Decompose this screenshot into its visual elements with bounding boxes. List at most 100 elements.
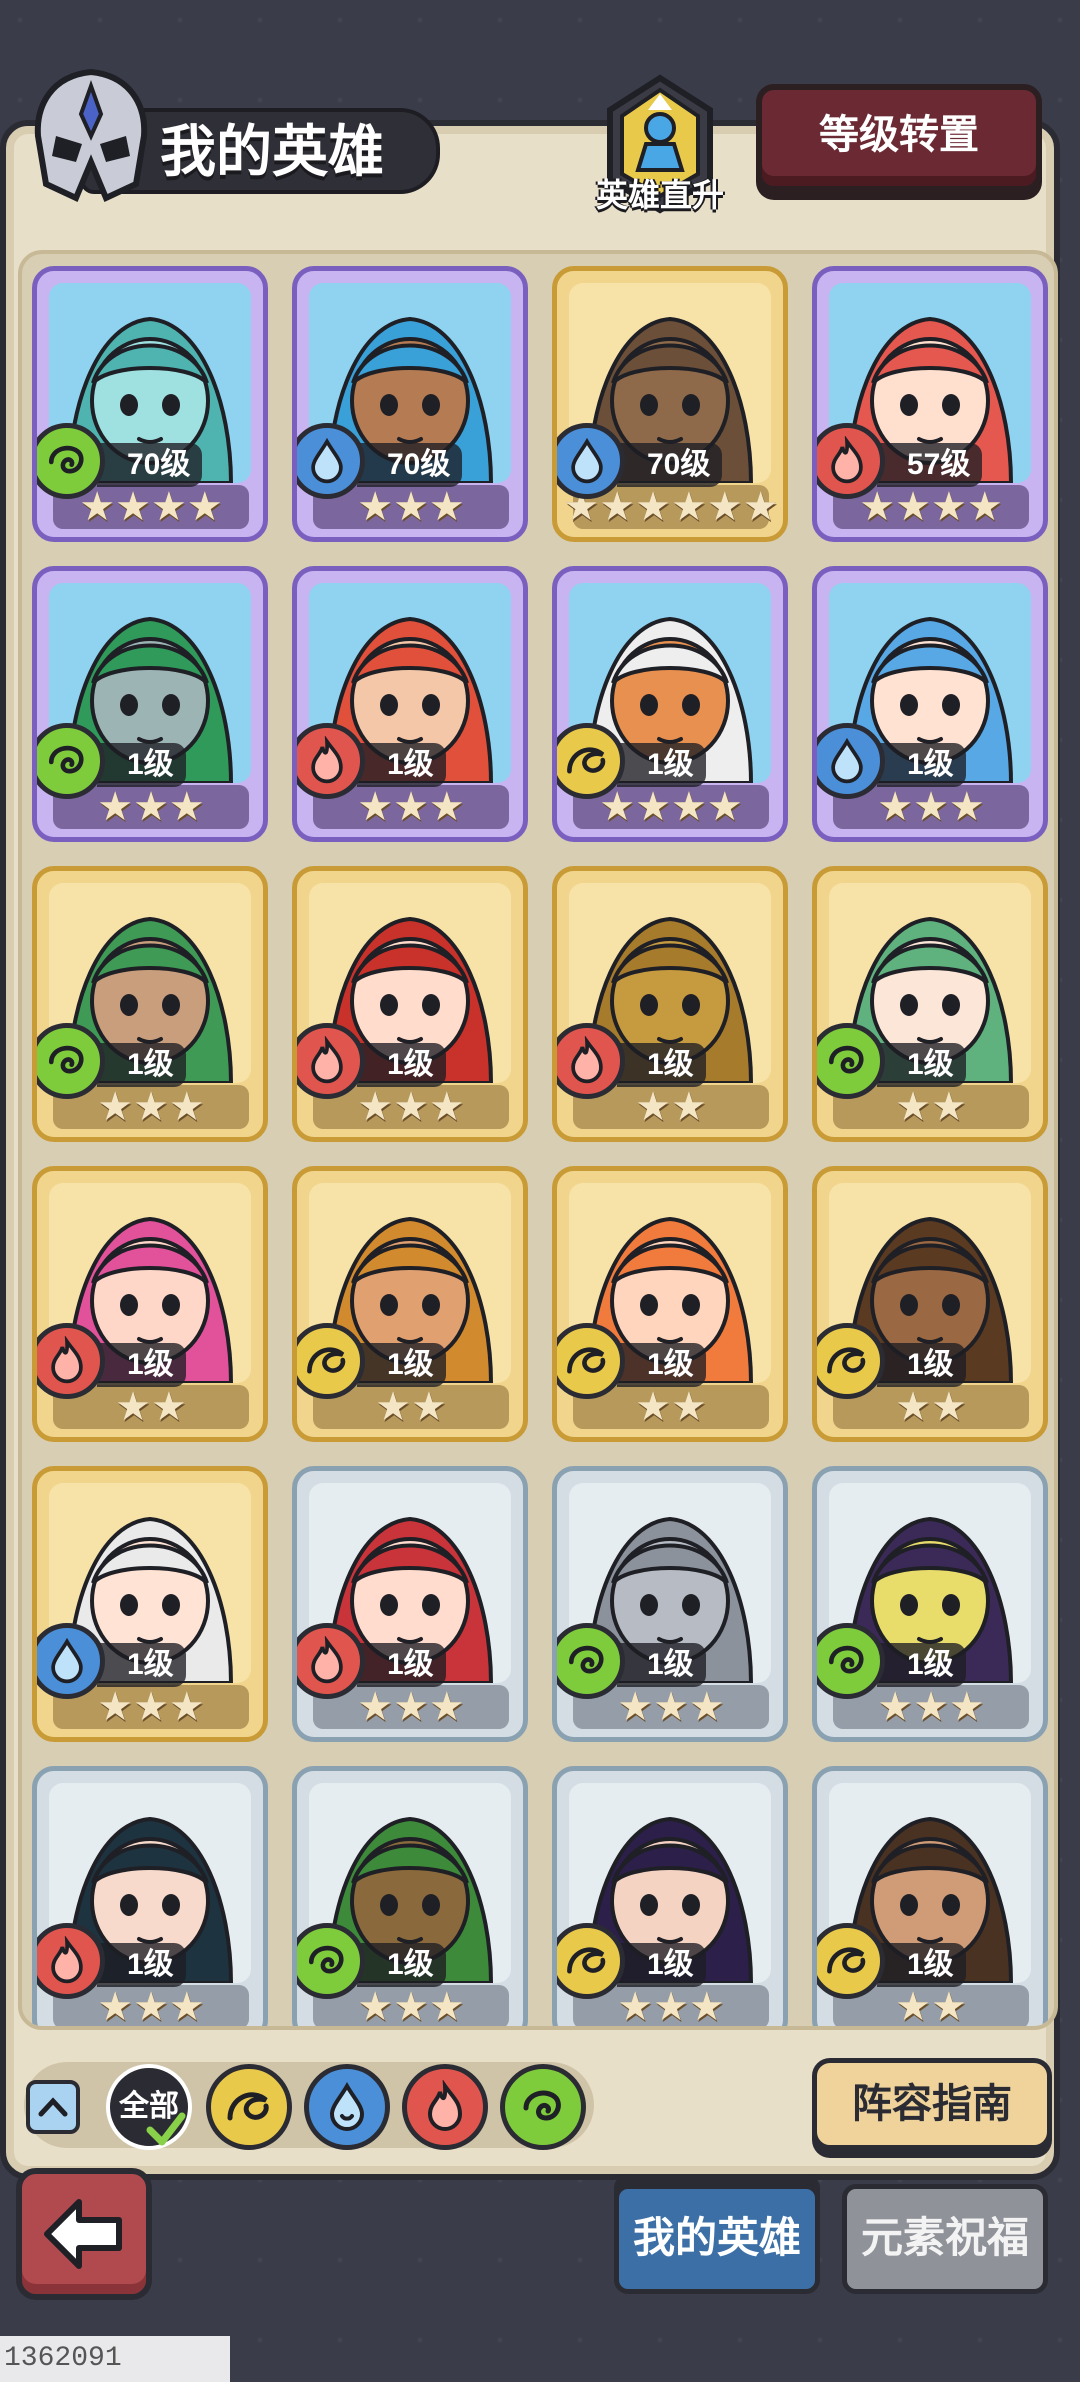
hero-card[interactable]: ★★ 1级 <box>292 1166 528 1442</box>
hero-card[interactable]: ★★★ 1级 <box>32 1466 268 1742</box>
hero-level: 1级 <box>877 743 966 787</box>
hero-card[interactable]: ★★★ 1级 <box>812 566 1048 842</box>
wind-element-badge <box>37 723 105 799</box>
fire-element-icon <box>51 1336 83 1384</box>
star-rating: ★★ <box>895 1984 967 2030</box>
earth-element-icon <box>567 1947 606 1974</box>
hero-level: 1级 <box>877 1343 966 1387</box>
hero-card[interactable]: ★★ 1级 <box>552 1166 788 1442</box>
fire-element-icon <box>427 2080 463 2131</box>
hero-card[interactable]: ★★★ 1级 <box>32 866 268 1142</box>
hero-level: 1级 <box>97 743 186 787</box>
fire-element-icon <box>311 736 343 784</box>
hero-level: 1级 <box>877 1643 966 1687</box>
hero-level: 1级 <box>97 1043 186 1087</box>
earth-element-icon <box>567 747 606 774</box>
hero-card[interactable]: ★★★★ 70级 <box>32 266 268 542</box>
fire-element-badge <box>817 423 885 499</box>
back-button[interactable] <box>16 2168 152 2300</box>
hero-level: 1级 <box>877 1943 966 1987</box>
star-rating: ★★★ <box>877 784 985 830</box>
filter-wind-button[interactable] <box>500 2064 586 2150</box>
hero-level: 1级 <box>877 1043 966 1087</box>
hero-card[interactable]: ★★★ 1级 <box>292 566 528 842</box>
water-element-icon <box>571 437 603 484</box>
hero-card[interactable]: ★★★ 1级 <box>292 1466 528 1742</box>
wind-element-badge <box>817 1623 885 1699</box>
star-rating: ★★★ <box>97 784 205 830</box>
hero-level: 1级 <box>97 1943 186 1987</box>
hero-card[interactable]: ★★★ 1级 <box>292 1766 528 2026</box>
earth-element-icon <box>307 1347 346 1374</box>
wind-element-icon <box>308 1945 344 1974</box>
water-element-icon <box>831 737 863 784</box>
fire-element-badge <box>297 1023 365 1099</box>
level-transfer-button[interactable]: 等级转置 <box>756 84 1042 192</box>
hero-card[interactable]: ★★★★★★ 70级 <box>552 266 788 542</box>
hero-card[interactable]: ★★★ 1级 <box>812 1466 1048 1742</box>
hero-card[interactable]: ★★ 1级 <box>812 1166 1048 1442</box>
star-rating: ★★★★ <box>859 484 1003 530</box>
hero-card[interactable]: ★★★ 1级 <box>292 866 528 1142</box>
hero-card[interactable]: ★★★★ 57级 <box>812 266 1048 542</box>
hero-level: 1级 <box>97 1643 186 1687</box>
hero-level: 70级 <box>97 443 203 487</box>
star-rating: ★★★★ <box>79 484 223 530</box>
hero-level: 1级 <box>357 743 446 787</box>
earth-element-badge <box>557 1323 625 1399</box>
wind-element-icon <box>568 1645 604 1674</box>
hero-level: 1级 <box>617 1643 706 1687</box>
star-rating: ★★★ <box>97 1984 205 2030</box>
star-rating: ★★ <box>375 1384 447 1430</box>
wind-element-badge <box>297 1923 365 1999</box>
hero-card[interactable]: ★★ 1级 <box>812 1766 1048 2030</box>
hero-card[interactable]: ★★★ 70级 <box>292 266 528 542</box>
water-element-badge <box>557 423 625 499</box>
fire-element-badge <box>557 1023 625 1099</box>
wind-element-badge <box>557 1623 625 1699</box>
hero-card[interactable]: ★★ 1级 <box>32 1166 268 1442</box>
hero-level: 70级 <box>617 443 723 487</box>
filter-earth-button[interactable] <box>206 2064 292 2150</box>
hero-card[interactable]: ★★★ 1级 <box>32 1766 268 2030</box>
collapse-filter-button[interactable] <box>26 2080 80 2134</box>
filter-fire-button[interactable] <box>402 2064 488 2150</box>
hero-level: 1级 <box>617 1943 706 1987</box>
earth-element-icon <box>827 1947 866 1974</box>
hero-level: 1级 <box>617 1343 706 1387</box>
water-element-badge <box>37 1623 105 1699</box>
wind-element-badge <box>37 1023 105 1099</box>
wind-element-badge <box>817 1023 885 1099</box>
wind-element-icon <box>48 1045 84 1074</box>
hero-card[interactable]: ★★★ 1级 <box>552 1466 788 1742</box>
hero-grid: ★★★★ 70级 ★★★ 70级 ★★★★★★ 70级 ★★★★ 57级 ★★★ 1级 ★★★ 1级 ★… <box>18 250 1058 2030</box>
fire-element-icon <box>51 1936 83 1984</box>
hero-card[interactable]: ★★ 1级 <box>552 866 788 1142</box>
hero-direct-upgrade-label: 英雄直升 <box>595 177 724 213</box>
lineup-guide-button[interactable]: 阵容指南 <box>812 2058 1052 2150</box>
water-element-icon <box>311 437 343 484</box>
fire-element-badge <box>37 1323 105 1399</box>
hero-card[interactable]: ★★★★ 1级 <box>552 566 788 842</box>
filter-water-button[interactable] <box>304 2064 390 2150</box>
hero-card[interactable]: ★★★ 1级 <box>552 1766 788 2026</box>
wind-element-icon <box>828 1045 864 1074</box>
hero-card[interactable]: ★★ 1级 <box>812 866 1048 1142</box>
hero-level: 1级 <box>357 1643 446 1687</box>
fire-element-icon <box>571 1036 603 1084</box>
tab-element-blessing[interactable]: 元素祝福 <box>842 2184 1048 2294</box>
hero-level: 1级 <box>357 1943 446 1987</box>
wind-element-icon <box>523 2090 561 2121</box>
tab-my-heroes[interactable]: 我的英雄 <box>614 2184 820 2294</box>
earth-element-badge <box>557 723 625 799</box>
earth-element-icon <box>567 1347 606 1374</box>
star-rating: ★★★ <box>617 1684 725 1730</box>
wind-element-icon <box>48 445 84 474</box>
fire-element-icon <box>311 1636 343 1684</box>
water-element-icon <box>51 1637 83 1684</box>
earth-element-badge <box>817 1923 885 1999</box>
hero-card[interactable]: ★★★ 1级 <box>32 566 268 842</box>
hero-level: 1级 <box>617 743 706 787</box>
star-rating: ★★★ <box>97 1084 205 1130</box>
star-rating: ★★ <box>115 1384 187 1430</box>
